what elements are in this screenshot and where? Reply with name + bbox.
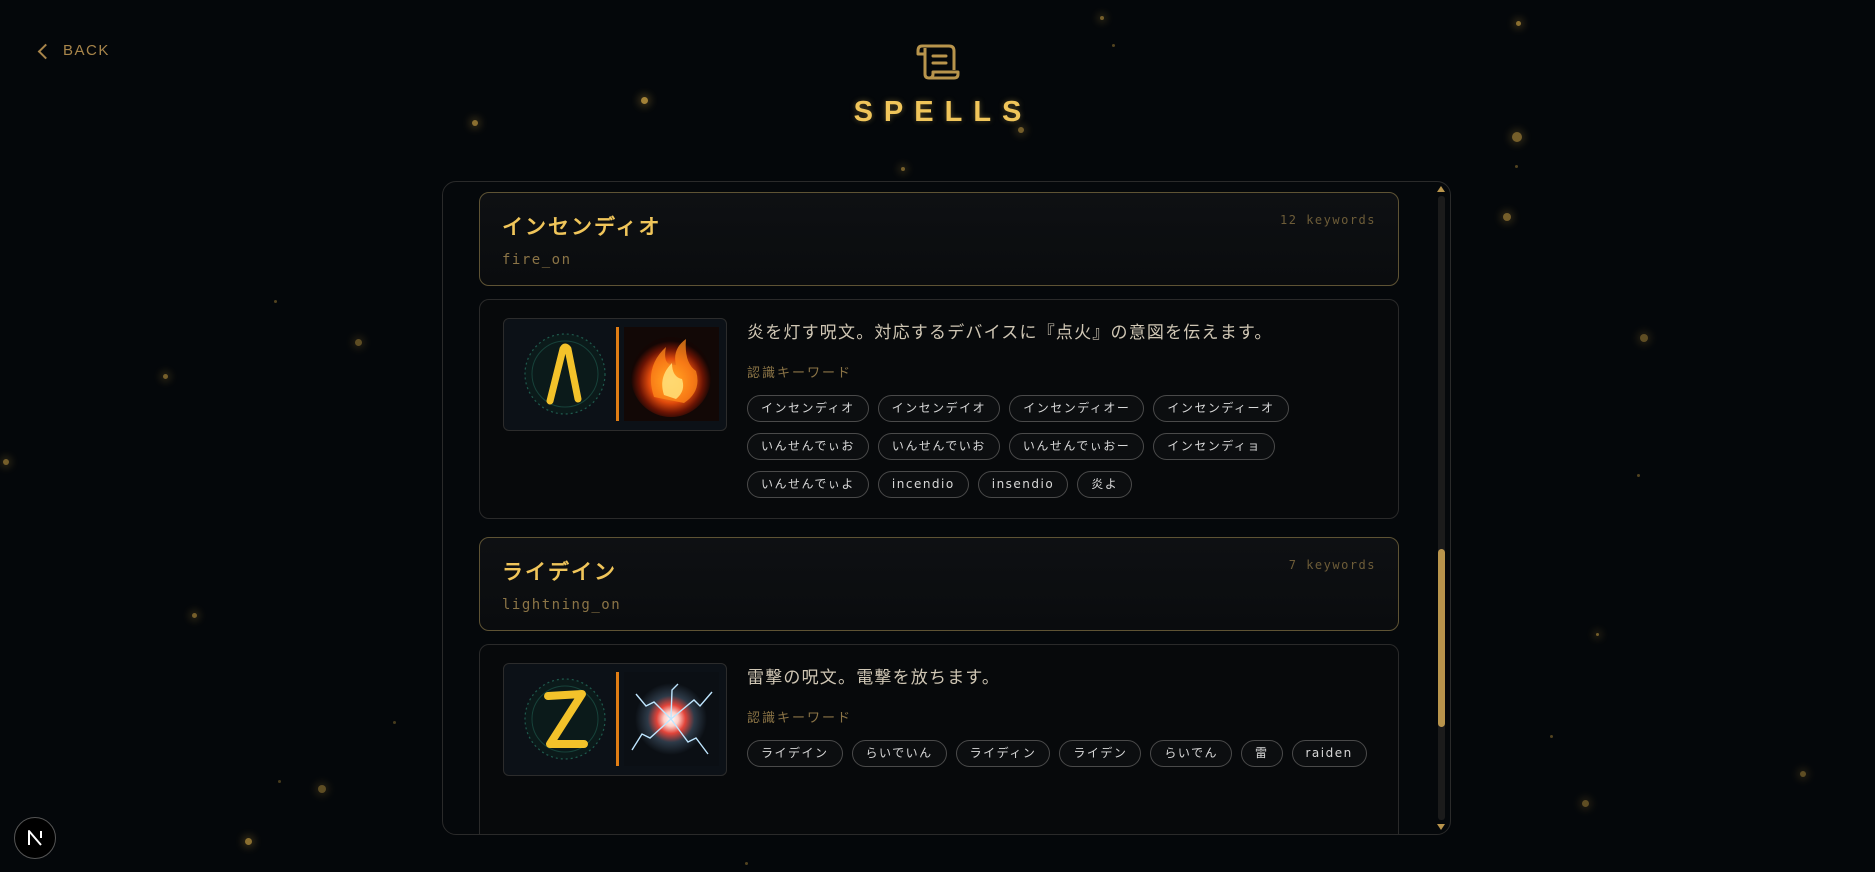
spell-card-header[interactable]: ライデイン lightning_on 7 keywords <box>479 537 1399 631</box>
keyword-chip: らいでいん <box>851 740 947 767</box>
keyword-chip: ライディン <box>955 740 1051 767</box>
keyword-chip: 炎よ <box>1077 471 1133 498</box>
page-header: SPELLS <box>0 40 1875 129</box>
keyword-count: 12 keywords <box>1280 213 1376 227</box>
keyword-chip: らいでん <box>1150 740 1232 767</box>
spell-thumbnail <box>503 318 727 431</box>
keyword-chip: incendio <box>877 471 969 498</box>
scrollbar-thumb[interactable] <box>1438 549 1445 727</box>
keyword-chip: インセンディオ <box>747 395 869 422</box>
scrollbar[interactable] <box>1436 186 1447 830</box>
keyword-list: ライデイン らいでいん ライディン ライデン らいでん 雷 raiden <box>747 740 1367 767</box>
spell-name: ライデイン <box>502 560 617 584</box>
spell-id: lightning_on <box>502 597 622 613</box>
fire-effect-image <box>624 327 719 421</box>
lightning-rune-icon <box>520 674 610 764</box>
keyword-count: 7 keywords <box>1288 558 1376 572</box>
lightning-effect-image <box>624 672 719 766</box>
spell-card-detail: 雷撃の呪文。電撃を放ちます。 認識キーワード ライデイン らいでいん ライディン… <box>479 644 1399 834</box>
keyword-chip: いんせんでぃおー <box>1008 433 1145 460</box>
keyword-chip: ライデイン <box>747 740 843 767</box>
keyword-list: インセンディオ インセンデイオ インセンディオー インセンディーオ いんせんでぃ… <box>747 395 1367 498</box>
page-title: SPELLS <box>853 96 1033 128</box>
spell-card-detail: 炎を灯す呪文。対応するデバイスに『点火』の意図を伝えます。 認識キーワード イン… <box>479 299 1399 519</box>
spell-card-header[interactable]: インセンディオ fire_on 12 keywords <box>479 192 1399 286</box>
keyword-chip: いんせんでぃよ <box>747 471 869 498</box>
spell-description: 炎を灯す呪文。対応するデバイスに『点火』の意図を伝えます。 <box>747 323 1273 343</box>
thumbnail-divider <box>616 672 619 766</box>
keyword-chip: インセンディョ <box>1153 433 1275 460</box>
scroll-icon <box>916 40 960 86</box>
keyword-chip: インセンデイオ <box>877 395 1001 422</box>
keyword-chip: 雷 <box>1240 740 1283 767</box>
keyword-chip: insendio <box>977 471 1069 498</box>
keyword-label: 認識キーワード <box>747 366 853 381</box>
spell-id: fire_on <box>502 252 572 268</box>
spell-list: インセンディオ fire_on 12 keywords 炎を灯す呪文。対応するデ… <box>479 192 1399 834</box>
keyword-label: 認識キーワード <box>747 711 853 726</box>
scroll-up-arrow-icon[interactable] <box>1437 186 1445 192</box>
nextjs-logo-icon[interactable] <box>14 817 56 859</box>
keyword-chip: いんせんでぃお <box>747 433 869 460</box>
keyword-chip: raiden <box>1291 740 1367 767</box>
fire-rune-icon <box>520 329 610 419</box>
keyword-chip: インセンディオー <box>1009 395 1145 422</box>
spell-description: 雷撃の呪文。電撃を放ちます。 <box>747 668 1001 688</box>
keyword-chip: いんせんでいお <box>877 433 1000 460</box>
scroll-down-arrow-icon[interactable] <box>1437 824 1445 830</box>
keyword-chip: インセンディーオ <box>1153 395 1289 422</box>
spell-thumbnail <box>503 663 727 776</box>
spell-list-panel[interactable]: インセンディオ fire_on 12 keywords 炎を灯す呪文。対応するデ… <box>442 181 1451 835</box>
spell-name: インセンディオ <box>502 215 662 239</box>
thumbnail-divider <box>616 327 619 421</box>
keyword-chip: ライデン <box>1059 740 1142 767</box>
